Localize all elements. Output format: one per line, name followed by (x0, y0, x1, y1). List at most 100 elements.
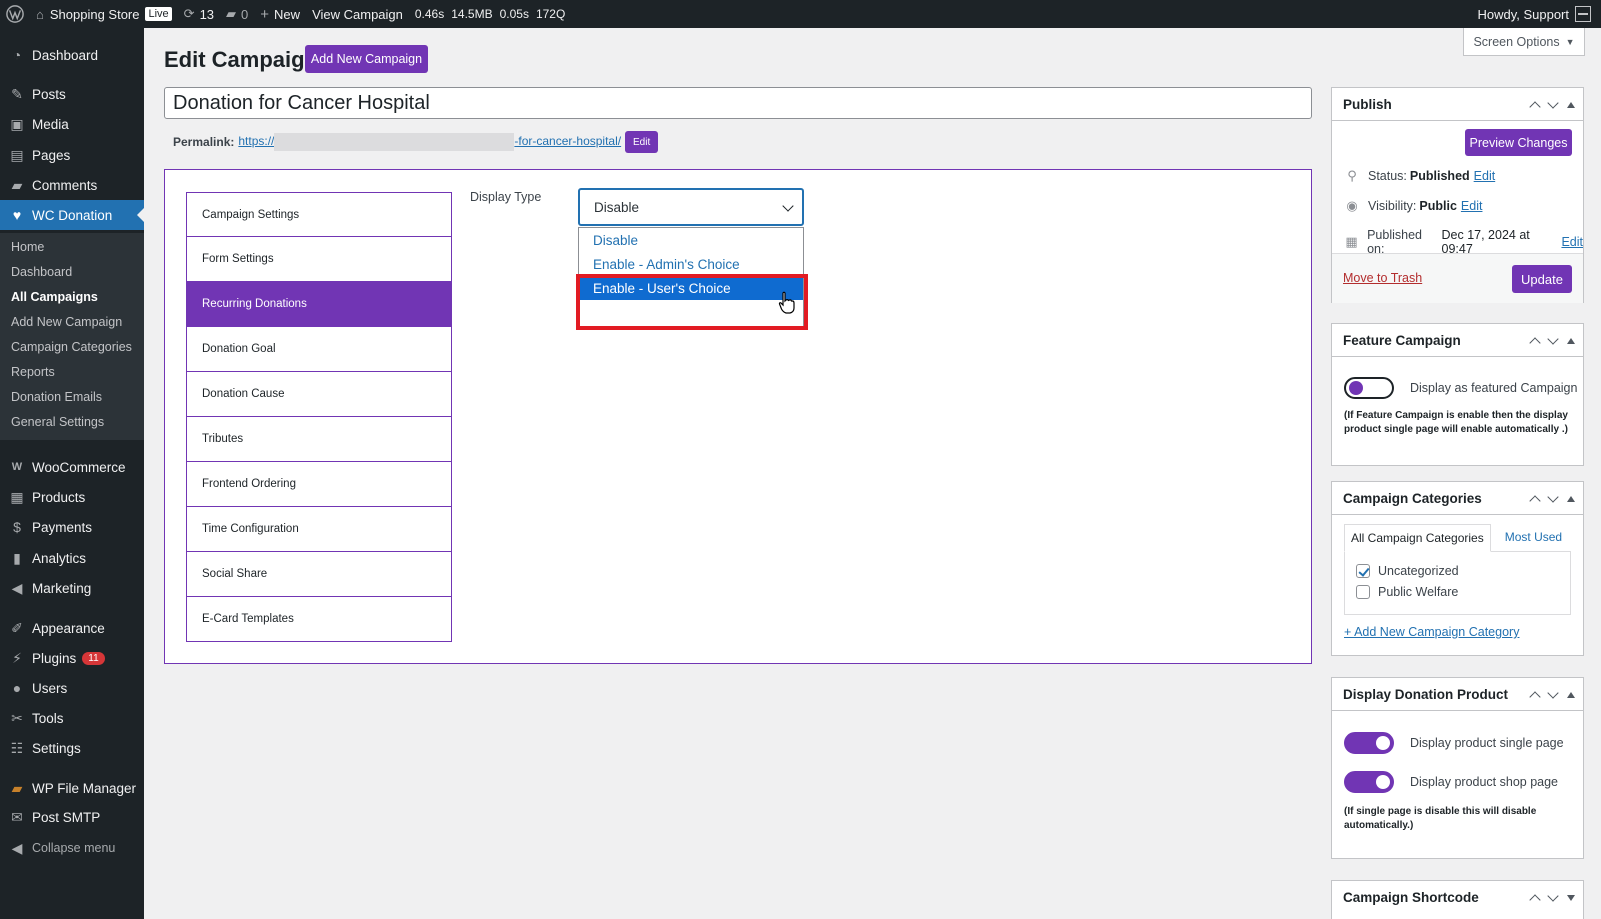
move-up-icon[interactable] (1529, 336, 1541, 349)
submenu-general-settings[interactable]: General Settings (11, 415, 104, 429)
category-public-welfare[interactable]: Public Welfare (1356, 585, 1458, 599)
menu-media[interactable]: ▣ Media (0, 109, 144, 139)
checkbox-unchecked[interactable] (1356, 585, 1370, 599)
add-new-campaign-button[interactable]: Add New Campaign (305, 45, 428, 73)
submenu-reports[interactable]: Reports (11, 365, 55, 379)
single-page-toggle[interactable] (1344, 732, 1394, 754)
updates-link[interactable]: ⟳ 13 (178, 0, 220, 28)
toggle-panel-icon[interactable] (1567, 691, 1575, 698)
move-down-icon[interactable] (1547, 332, 1559, 345)
tab-recurring-donations[interactable]: Recurring Donations (186, 282, 452, 327)
edit-status-link[interactable]: Edit (1474, 169, 1496, 183)
comments-link[interactable]: ▰ 0 (220, 0, 254, 28)
tab-form-settings[interactable]: Form Settings (186, 237, 452, 282)
move-up-icon[interactable] (1529, 893, 1541, 906)
tab-frontend-ordering[interactable]: Frontend Ordering (186, 462, 452, 507)
site-name-link[interactable]: ⌂ Shopping Store Live (30, 0, 178, 28)
edit-visibility-link[interactable]: Edit (1461, 199, 1483, 213)
category-label: Public Welfare (1378, 585, 1459, 599)
featured-campaign-toggle[interactable] (1344, 377, 1394, 399)
menu-posts[interactable]: ✎ Posts (0, 79, 144, 109)
box-controls (1529, 88, 1575, 121)
menu-post-smtp[interactable]: ✉ Post SMTP (0, 802, 144, 832)
add-new-category-link[interactable]: + Add New Campaign Category (1344, 625, 1519, 639)
query-monitor[interactable]: 0.46s 14.5MB 0.05s 172Q (409, 0, 571, 28)
tab-donation-goal[interactable]: Donation Goal (186, 327, 452, 372)
menu-comments[interactable]: ▰ Comments (0, 170, 144, 200)
tab-time-configuration[interactable]: Time Configuration (186, 507, 452, 552)
menu-woocommerce[interactable]: W WooCommerce (0, 452, 144, 482)
menu-tools[interactable]: ✂ Tools (0, 703, 144, 733)
published-label: Published on: (1367, 228, 1422, 256)
menu-payments[interactable]: $ Payments (0, 512, 144, 542)
toggle-panel-icon[interactable] (1567, 894, 1575, 901)
option-disable[interactable]: Disable (579, 228, 803, 252)
move-up-icon[interactable] (1529, 100, 1541, 113)
publish-box: Publish Preview Changes ⚲ Status: Publish… (1331, 87, 1584, 303)
shop-page-toggle[interactable] (1344, 771, 1394, 793)
toggle-panel-icon[interactable] (1567, 495, 1575, 502)
update-button[interactable]: Update (1512, 265, 1572, 293)
move-up-icon[interactable] (1529, 690, 1541, 703)
submenu-campaign-categories[interactable]: Campaign Categories (11, 340, 132, 354)
screen-options-button[interactable]: Screen Options ▼ (1463, 28, 1585, 56)
mail-icon: ✉ (11, 808, 23, 825)
tab-social-share[interactable]: Social Share (186, 552, 452, 597)
submenu-dashboard[interactable]: Dashboard (11, 265, 72, 279)
wordpress-logo-icon[interactable] (0, 0, 30, 28)
tab-tributes[interactable]: Tributes (186, 417, 452, 462)
campaign-title-input[interactable]: Donation for Cancer Hospital (164, 87, 1312, 119)
move-down-icon[interactable] (1547, 490, 1559, 503)
feature-campaign-title: Feature Campaign (1343, 332, 1461, 348)
submenu-donation-emails[interactable]: Donation Emails (11, 390, 102, 404)
howdy-text: Howdy, Support (1477, 6, 1569, 22)
menu-pages[interactable]: ▤ Pages (0, 140, 144, 170)
display-type-select[interactable]: Disable (578, 188, 804, 226)
menu-settings[interactable]: ☷ Settings (0, 733, 144, 763)
checkbox-checked[interactable] (1356, 564, 1370, 578)
menu-appearance[interactable]: ✐ Appearance (0, 613, 144, 643)
menu-wc-donation[interactable]: ♥ WC Donation (0, 200, 144, 230)
display-donation-product-header: Display Donation Product (1332, 678, 1583, 711)
site-name: Shopping Store (49, 6, 140, 22)
new-content-link[interactable]: + New (254, 0, 306, 28)
menu-marketing[interactable]: ◀ Marketing (0, 573, 144, 603)
toggle-panel-icon[interactable] (1567, 337, 1575, 344)
move-to-trash-link[interactable]: Move to Trash (1343, 271, 1422, 285)
submenu-add-new-campaign[interactable]: Add New Campaign (11, 315, 122, 329)
move-up-icon[interactable] (1529, 494, 1541, 507)
tab-campaign-settings[interactable]: Campaign Settings (186, 192, 452, 237)
edit-date-link[interactable]: Edit (1561, 235, 1583, 249)
preview-changes-button[interactable]: Preview Changes (1465, 129, 1572, 156)
visibility-label: Visibility: (1368, 199, 1417, 213)
toggle-panel-icon[interactable] (1567, 101, 1575, 108)
tab-ecard-templates[interactable]: E-Card Templates (186, 597, 452, 642)
category-uncategorized[interactable]: Uncategorized (1356, 564, 1459, 578)
my-account[interactable]: Howdy, Support (1477, 0, 1591, 28)
campaign-categories-header: Campaign Categories (1332, 482, 1583, 515)
permalink-link[interactable]: https:// -for-cancer-hospital/ (238, 133, 621, 151)
collapse-menu-button[interactable]: ◀ Collapse menu (0, 833, 144, 863)
toggle-knob (1376, 736, 1390, 750)
tab-all-categories[interactable]: All Campaign Categories (1344, 524, 1491, 552)
tab-most-used[interactable]: Most Used (1499, 524, 1568, 552)
move-down-icon[interactable] (1547, 96, 1559, 109)
menu-products[interactable]: ▦ Products (0, 482, 144, 512)
home-icon: ⌂ (36, 6, 44, 22)
permalink-edit-button[interactable]: Edit (625, 131, 659, 153)
menu-plugins[interactable]: ⚡ Plugins 11 (0, 643, 144, 673)
menu-analytics[interactable]: ▮ Analytics (0, 543, 144, 573)
view-campaign-link[interactable]: View Campaign (306, 0, 409, 28)
menu-users[interactable]: ● Users (0, 673, 144, 703)
menu-dashboard[interactable]: ◔ Dashboard (0, 40, 144, 70)
submenu-home[interactable]: Home (11, 240, 44, 254)
option-enable-admins-choice[interactable]: Enable - Admin's Choice (579, 252, 803, 276)
menu-label: Appearance (32, 620, 105, 636)
dashboard-icon: ◔ (12, 47, 22, 63)
move-down-icon[interactable] (1547, 889, 1559, 902)
submenu-all-campaigns[interactable]: All Campaigns (11, 290, 98, 304)
menu-wp-file-manager[interactable]: ▰ WP File Manager (0, 773, 144, 803)
hand-cursor-icon (778, 291, 795, 314)
move-down-icon[interactable] (1547, 686, 1559, 699)
tab-donation-cause[interactable]: Donation Cause (186, 372, 452, 417)
